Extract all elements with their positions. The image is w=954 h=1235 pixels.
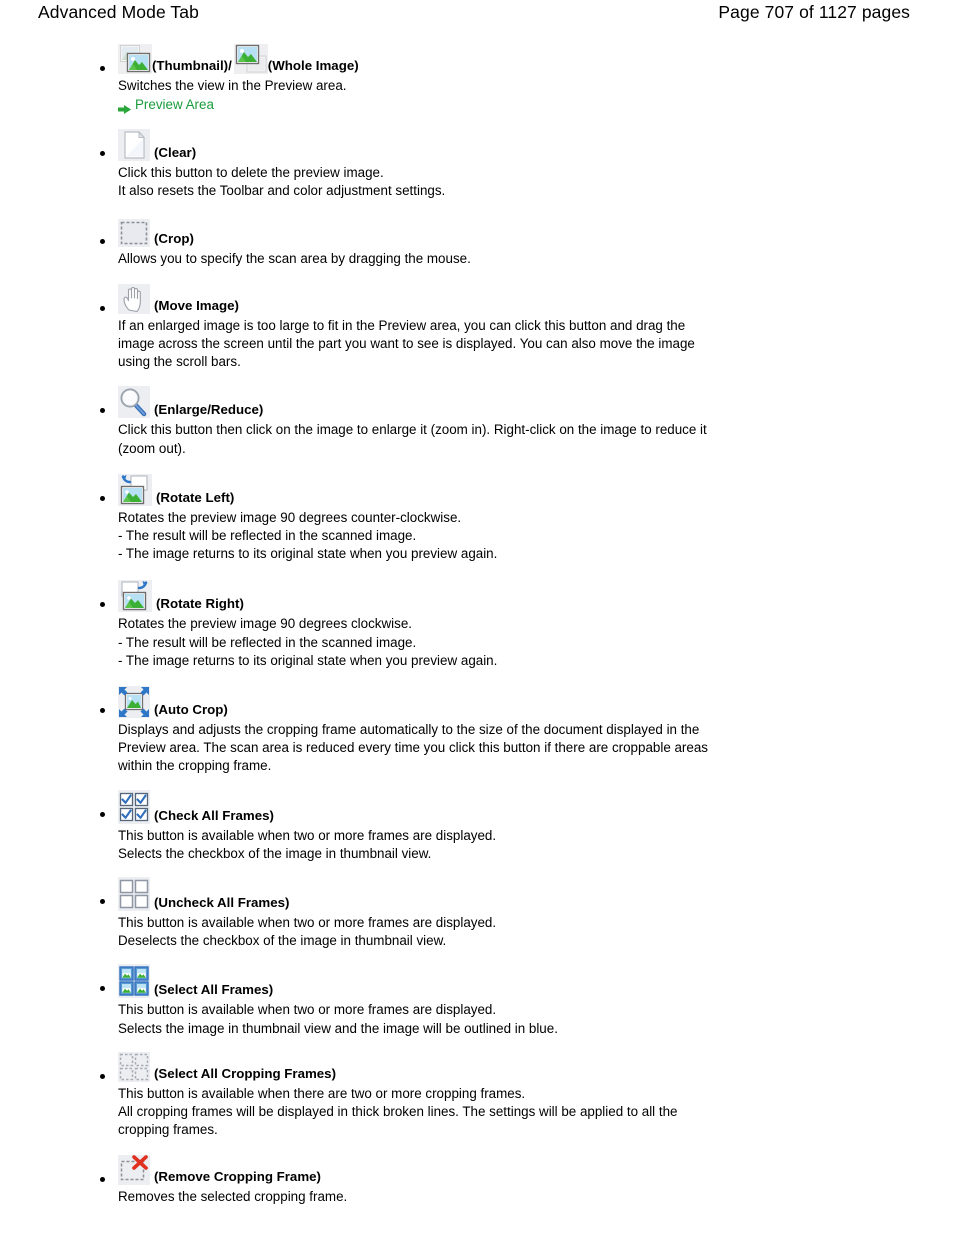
item-header: (Check All Frames) — [118, 789, 954, 824]
item-description: If an enlarged image is too large to fit… — [118, 317, 695, 370]
list-item-auto-crop: (Auto Crop) Displays and adjusts the cro… — [0, 686, 954, 776]
item-label-whole-image: (Whole Image) — [267, 58, 359, 73]
page-title: Advanced Mode Tab — [38, 2, 199, 22]
crop-icon[interactable] — [118, 218, 150, 247]
item-header: (Clear) — [118, 129, 954, 162]
item-description: Click this button to delete the preview … — [118, 165, 446, 199]
list-item-clear: (Clear) Click this button to delete the … — [0, 129, 954, 200]
item-label-remove-cropping-frame: (Remove Cropping Frame) — [154, 1169, 321, 1185]
list-item-crop: (Crop) Allows you to specify the scan ar… — [0, 217, 954, 268]
item-header: (Remove Cropping Frame) — [118, 1155, 954, 1186]
check-all-frames-icon[interactable] — [118, 789, 150, 824]
item-label-rotate-left: (Rotate Left) — [156, 489, 235, 505]
item-label-enlarge-reduce: (Enlarge/Reduce) — [154, 402, 264, 418]
item-label-select-all-cropping-frames: (Select All Cropping Frames) — [154, 1065, 337, 1081]
label-separator: / — [228, 58, 232, 73]
item-label-uncheck-all-frames: (Uncheck All Frames) — [154, 895, 290, 911]
list-item-rotate-right: (Rotate Right) Rotates the preview image… — [0, 580, 954, 670]
item-header: (Thumbnail) / (Whole Image) — [118, 44, 954, 74]
whole-image-icon[interactable] — [233, 44, 268, 74]
item-label-move-image: (Move Image) — [154, 297, 239, 313]
item-label-rotate-right: (Rotate Right) — [156, 596, 244, 612]
auto-crop-icon[interactable] — [118, 686, 150, 719]
item-header: (Select All Cropping Frames) — [118, 1051, 954, 1082]
list-item-select-all-frames: (Select All Frames) This button is avail… — [0, 964, 954, 1037]
list-item-remove-cropping-frame: (Remove Cropping Frame) Removes the sele… — [0, 1155, 954, 1206]
select-all-cropping-frames-icon[interactable] — [118, 1051, 150, 1082]
item-header: (Move Image) — [118, 283, 954, 314]
item-description: This button is available when two or mor… — [118, 915, 497, 949]
list-item-move-image: (Move Image) If an enlarged image is too… — [0, 283, 954, 372]
item-header: (Select All Frames) — [118, 964, 954, 999]
preview-area-link-row[interactable]: Preview Area — [118, 96, 954, 115]
item-header: (Rotate Right) — [118, 580, 954, 613]
list-item-rotate-left: (Rotate Left) Rotates the preview image … — [0, 473, 954, 564]
item-header: (Uncheck All Frames) — [118, 877, 954, 912]
item-description: Rotates the preview image 90 degrees cou… — [118, 509, 498, 562]
item-description: Displays and adjusts the cropping frame … — [118, 722, 708, 774]
item-description: Click this button then click on the imag… — [118, 422, 707, 456]
hand-move-icon[interactable] — [118, 283, 150, 314]
toolbar-button-list: (Thumbnail) / (Whole Image) Switches the… — [0, 44, 954, 1207]
item-header: (Rotate Left) — [118, 473, 954, 506]
item-description: This button is available when there are … — [118, 1085, 678, 1138]
arrow-right-icon — [118, 101, 131, 115]
item-label-crop: (Crop) — [154, 230, 194, 246]
list-item-thumbnail-whole-image: (Thumbnail) / (Whole Image) Switches the… — [0, 44, 954, 115]
list-item-uncheck-all-frames: (Uncheck All Frames) This button is avai… — [0, 877, 954, 950]
item-label-auto-crop: (Auto Crop) — [154, 702, 228, 718]
rotate-left-icon[interactable] — [118, 473, 152, 506]
item-description: Allows you to specify the scan area by d… — [118, 250, 471, 266]
item-header: (Enlarge/Reduce) — [118, 386, 954, 419]
magnifier-icon[interactable] — [118, 386, 150, 419]
content-area: (Thumbnail) / (Whole Image) Switches the… — [0, 34, 954, 1207]
item-label-thumbnail: (Thumbnail) — [152, 58, 229, 73]
item-label-select-all-frames: (Select All Frames) — [154, 982, 274, 998]
item-description: Rotates the preview image 90 degrees clo… — [118, 616, 498, 668]
preview-area-link[interactable]: Preview Area — [135, 96, 214, 113]
item-description: Switches the view in the Preview area. — [118, 78, 347, 93]
item-label-check-all-frames: (Check All Frames) — [154, 807, 274, 823]
item-description: This button is available when two or mor… — [118, 827, 497, 861]
select-all-frames-icon[interactable] — [118, 964, 150, 999]
thumbnail-icon[interactable] — [118, 44, 152, 74]
item-header: (Crop) — [118, 217, 954, 247]
item-label-clear: (Clear) — [154, 145, 197, 161]
list-item-enlarge-reduce: (Enlarge/Reduce) Click this button then … — [0, 386, 954, 457]
page-number-indicator: Page 707 of 1127 pages — [718, 2, 910, 22]
uncheck-all-frames-icon[interactable] — [118, 877, 150, 912]
item-description: This button is available when two or mor… — [118, 1002, 558, 1036]
item-description: Removes the selected cropping frame. — [118, 1189, 348, 1205]
item-header: (Auto Crop) — [118, 686, 954, 719]
clear-page-icon[interactable] — [118, 129, 150, 162]
remove-cropping-frame-icon[interactable] — [118, 1155, 150, 1186]
rotate-right-icon[interactable] — [118, 580, 152, 613]
list-item-select-all-cropping-frames: (Select All Cropping Frames) This button… — [0, 1051, 954, 1140]
page-header: Advanced Mode Tab Page 707 of 1127 pages — [0, 0, 954, 34]
list-item-check-all-frames: (Check All Frames) This button is availa… — [0, 789, 954, 863]
